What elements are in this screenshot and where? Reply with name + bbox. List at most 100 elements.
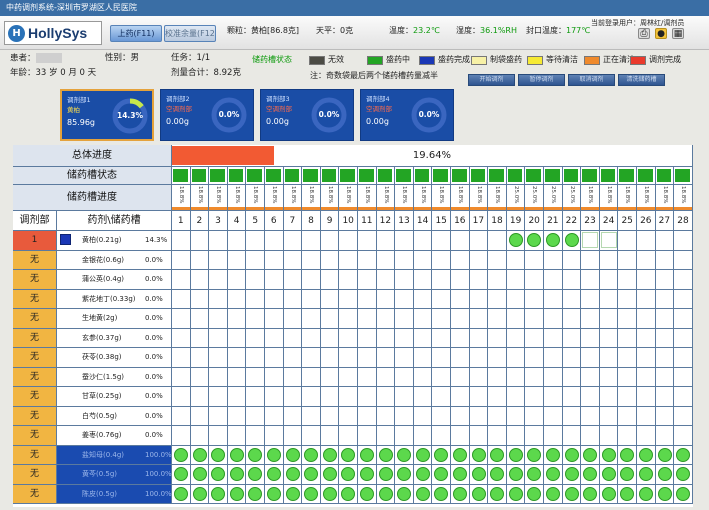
slot-cell[interactable] xyxy=(190,231,210,251)
slot-cell[interactable] xyxy=(637,367,656,387)
slot-cell[interactable] xyxy=(320,387,340,407)
slot-cell[interactable] xyxy=(190,348,210,368)
slot-cell[interactable] xyxy=(674,484,693,504)
slot-cell[interactable] xyxy=(339,406,358,426)
slot-cell[interactable] xyxy=(172,231,191,251)
slot-cell[interactable] xyxy=(302,387,321,407)
slot-cell[interactable] xyxy=(413,484,433,504)
load-medicine-tab[interactable]: 上药(F11) xyxy=(110,25,162,42)
slot-cell[interactable] xyxy=(544,465,563,485)
slot-cell[interactable] xyxy=(376,231,396,251)
slot-cell[interactable] xyxy=(172,309,191,329)
slot-cell[interactable] xyxy=(655,328,675,348)
slot-cell[interactable] xyxy=(506,348,526,368)
slot-cell[interactable] xyxy=(413,426,433,446)
slot-cell[interactable] xyxy=(525,348,544,368)
slot-cell[interactable] xyxy=(265,231,284,251)
slot-cell[interactable] xyxy=(618,465,637,485)
slot-cell[interactable] xyxy=(339,231,358,251)
slot-cell[interactable] xyxy=(618,484,637,504)
slot-cell[interactable] xyxy=(413,309,433,329)
slot-cell[interactable] xyxy=(209,348,228,368)
slot-cell[interactable] xyxy=(172,484,191,504)
slot-cell[interactable] xyxy=(320,231,340,251)
slot-cell[interactable] xyxy=(302,445,321,465)
slot-cell[interactable] xyxy=(246,426,265,446)
slot-cell[interactable] xyxy=(209,367,228,387)
calibrate-remaining-tab[interactable]: 校准余量(F12) xyxy=(164,25,216,42)
row-dept[interactable]: 无 xyxy=(13,426,57,446)
slot-cell[interactable] xyxy=(395,250,414,270)
slot-cell[interactable] xyxy=(395,367,414,387)
slot-cell[interactable] xyxy=(432,465,451,485)
slot-cell[interactable] xyxy=(395,406,414,426)
slot-cell[interactable] xyxy=(618,426,637,446)
slot-cell[interactable] xyxy=(562,309,582,329)
slot-cell[interactable] xyxy=(655,445,675,465)
slot-cell[interactable] xyxy=(544,309,563,329)
slot-cell[interactable] xyxy=(618,270,637,290)
slot-cell[interactable] xyxy=(283,348,303,368)
slot-cell[interactable] xyxy=(544,387,563,407)
slot-cell[interactable] xyxy=(525,231,544,251)
slot-cell[interactable] xyxy=(599,289,619,309)
slot-cell[interactable] xyxy=(544,270,563,290)
slot-cell[interactable] xyxy=(358,406,377,426)
slot-cell[interactable] xyxy=(469,348,489,368)
slot-cell[interactable] xyxy=(488,426,507,446)
slot-cell[interactable] xyxy=(320,426,340,446)
slot-cell[interactable] xyxy=(432,309,451,329)
slot-cell[interactable] xyxy=(227,289,247,309)
slot-cell[interactable] xyxy=(562,250,582,270)
slot-cell[interactable] xyxy=(283,484,303,504)
slot-cell[interactable] xyxy=(451,426,470,446)
slot-cell[interactable] xyxy=(432,328,451,348)
slot-cell[interactable] xyxy=(209,426,228,446)
slot-cell[interactable] xyxy=(432,348,451,368)
slot-cell[interactable] xyxy=(376,426,396,446)
slot-cell[interactable] xyxy=(172,426,191,446)
slot-cell[interactable] xyxy=(395,328,414,348)
slot-cell[interactable] xyxy=(599,445,619,465)
slot-cell[interactable] xyxy=(525,484,544,504)
slot-cell[interactable] xyxy=(655,484,675,504)
slot-cell[interactable] xyxy=(599,250,619,270)
slot-cell[interactable] xyxy=(581,445,600,465)
slot-cell[interactable] xyxy=(488,465,507,485)
slot-cell[interactable] xyxy=(637,406,656,426)
slot-cell[interactable] xyxy=(320,250,340,270)
slot-cell[interactable] xyxy=(302,309,321,329)
slot-cell[interactable] xyxy=(469,426,489,446)
slot-cell[interactable] xyxy=(227,250,247,270)
slot-cell[interactable] xyxy=(339,348,358,368)
slot-cell[interactable] xyxy=(246,250,265,270)
slot-cell[interactable] xyxy=(320,484,340,504)
slot-cell[interactable] xyxy=(395,445,414,465)
slot-cell[interactable] xyxy=(376,367,396,387)
action-button[interactable]: 暂停调剂 xyxy=(518,74,565,86)
slot-cell[interactable] xyxy=(506,484,526,504)
slot-cell[interactable] xyxy=(562,445,582,465)
slot-cell[interactable] xyxy=(227,484,247,504)
slot-cell[interactable] xyxy=(265,445,284,465)
slot-cell[interactable] xyxy=(190,270,210,290)
printer-icon[interactable]: ⎙ xyxy=(638,28,650,39)
slot-cell[interactable] xyxy=(674,445,693,465)
slot-cell[interactable] xyxy=(413,367,433,387)
slot-cell[interactable] xyxy=(320,270,340,290)
slot-cell[interactable] xyxy=(637,426,656,446)
slot-cell[interactable] xyxy=(525,406,544,426)
slot-cell[interactable] xyxy=(506,367,526,387)
slot-cell[interactable] xyxy=(525,426,544,446)
slot-cell[interactable] xyxy=(655,387,675,407)
slot-cell[interactable] xyxy=(562,387,582,407)
slot-cell[interactable] xyxy=(358,426,377,446)
row-dept[interactable]: 无 xyxy=(13,445,57,465)
slot-cell[interactable] xyxy=(451,270,470,290)
slot-cell[interactable] xyxy=(190,328,210,348)
slot-cell[interactable] xyxy=(432,387,451,407)
slot-cell[interactable] xyxy=(246,484,265,504)
slot-cell[interactable] xyxy=(190,309,210,329)
slot-cell[interactable] xyxy=(618,406,637,426)
slot-cell[interactable] xyxy=(637,465,656,485)
